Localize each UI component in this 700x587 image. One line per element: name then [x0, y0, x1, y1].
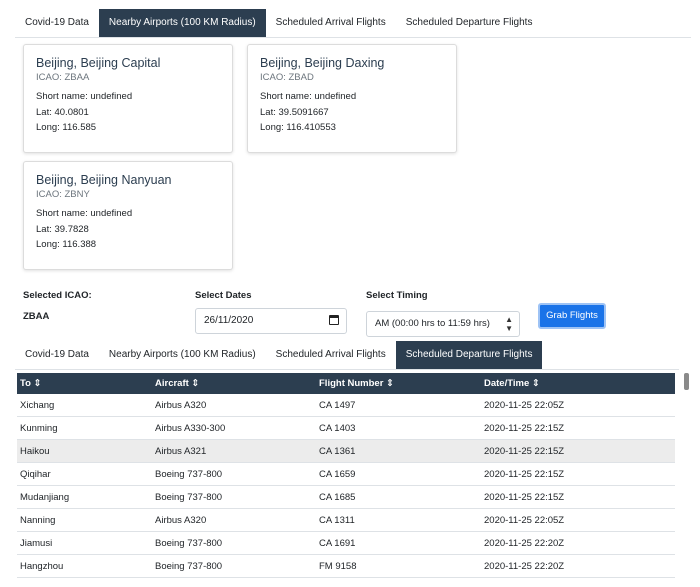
- tab-covid-19-data[interactable]: Covid-19 Data: [15, 341, 99, 369]
- date-value: 26/11/2020: [204, 315, 254, 326]
- airport-card-zbny: Beijing, Beijing Nanyuan ICAO: ZBNY Shor…: [23, 161, 233, 270]
- timing-value: AM (00:00 hrs to 11:59 hrs): [375, 318, 490, 329]
- tab-nearby-airports[interactable]: Nearby Airports (100 KM Radius): [98, 9, 266, 37]
- table-scrollbar[interactable]: [684, 373, 689, 390]
- table-row[interactable]: Qiqihar Boeing 737-800 CA 1659 2020-11-25 2…: [17, 462, 675, 486]
- cell-to: Mudanjiang: [17, 485, 152, 509]
- column-header-date-time[interactable]: Date/Time ⇕: [481, 373, 675, 394]
- airport-lat: Lat: 40.0801: [36, 106, 89, 118]
- airport-name: Beijing, Beijing Nanyuan: [36, 173, 172, 187]
- cell-flight-number: CA 1361: [316, 439, 481, 463]
- cell-flight-number: FM 9158: [316, 554, 481, 578]
- select-caret-icon: ▲ ▼: [505, 315, 513, 333]
- table-row[interactable]: Kunming Airbus A330-300 CA 1403 2020-11-25 …: [17, 416, 675, 440]
- column-header-flight-number[interactable]: Flight Number ⇕: [316, 373, 481, 394]
- cell-to: Kunming: [17, 416, 152, 440]
- airport-short-name: Short name: undefined: [260, 91, 357, 102]
- selected-icao-value: ZBAA: [23, 311, 50, 322]
- cell-to: Qiqihar: [17, 462, 152, 486]
- cell-aircraft: Airbus A320: [152, 394, 316, 417]
- cell-to: Xichang: [17, 394, 152, 417]
- cell-date-time: 2020-11-25 22:05Z: [481, 394, 675, 417]
- airport-card-zbaa: Beijing, Beijing Capital ICAO: ZBAA Shor…: [23, 44, 233, 153]
- cell-to: Nanning: [17, 508, 152, 532]
- tab-scheduled-arrival-flights[interactable]: Scheduled Arrival Flights: [266, 9, 396, 37]
- airport-name: Beijing, Beijing Daxing: [260, 56, 385, 70]
- cell-flight-number: CA 1403: [316, 416, 481, 440]
- cell-aircraft: Airbus A330-300: [152, 416, 316, 440]
- cell-to: Jiamusi: [17, 531, 152, 555]
- cell-aircraft: Airbus A321: [152, 439, 316, 463]
- airport-short-name: Short name: undefined: [36, 91, 133, 102]
- grab-flights-button[interactable]: Grab Flights: [538, 303, 606, 329]
- column-header-to[interactable]: To ⇕: [17, 373, 152, 394]
- cell-date-time: 2020-11-25 22:15Z: [481, 416, 675, 440]
- select-timing-label: Select Timing: [366, 290, 428, 301]
- airport-lat: Lat: 39.7828: [36, 223, 89, 235]
- bottom-tab-bar: Covid-19 Data Nearby Airports (100 KM Ra…: [15, 341, 679, 370]
- cell-flight-number: CA 1659: [316, 462, 481, 486]
- cell-aircraft: Airbus A320: [152, 508, 316, 532]
- airport-icao: ICAO: ZBAA: [36, 72, 90, 83]
- cell-flight-number: CA 1497: [316, 394, 481, 417]
- cell-date-time: 2020-11-25 22:20Z: [481, 554, 675, 578]
- airport-icao: ICAO: ZBAD: [260, 72, 314, 83]
- cell-aircraft: Boeing 737-800: [152, 531, 316, 555]
- cell-flight-number: CA 1311: [316, 508, 481, 532]
- cell-date-time: 2020-11-25 22:15Z: [481, 485, 675, 509]
- cell-aircraft: Boeing 737-800: [152, 554, 316, 578]
- airport-long: Long: 116.388: [36, 239, 97, 250]
- cell-aircraft: Boeing 737-800: [152, 462, 316, 486]
- cell-flight-number: CA 1691: [316, 531, 481, 555]
- cell-to: Haikou: [17, 439, 152, 463]
- airport-icao: ICAO: ZBNY: [36, 189, 90, 200]
- airport-long: Long: 116.410553: [260, 122, 336, 133]
- airport-name: Beijing, Beijing Capital: [36, 56, 161, 70]
- cell-date-time: 2020-11-25 22:20Z: [481, 531, 675, 555]
- tab-covid-19-data[interactable]: Covid-19 Data: [15, 9, 99, 37]
- cell-aircraft: Boeing 737-800: [152, 485, 316, 509]
- tab-scheduled-departure-flights[interactable]: Scheduled Departure Flights: [396, 9, 543, 37]
- calendar-icon[interactable]: [329, 315, 339, 325]
- table-row[interactable]: Mudanjiang Boeing 737-800 CA 1685 2020-11-2…: [17, 485, 675, 509]
- tab-scheduled-arrival-flights[interactable]: Scheduled Arrival Flights: [266, 341, 396, 369]
- column-header-aircraft[interactable]: Aircraft ⇕: [152, 373, 316, 394]
- table-row[interactable]: Xichang Airbus A320 CA 1497 2020-11-25 22:0…: [17, 394, 675, 417]
- cell-flight-number: CA 1685: [316, 485, 481, 509]
- table-row[interactable]: Jiamusi Boeing 737-800 CA 1691 2020-11-25 2…: [17, 531, 675, 555]
- tab-nearby-airports[interactable]: Nearby Airports (100 KM Radius): [99, 341, 266, 369]
- top-tab-bar: Covid-19 Data Nearby Airports (100 KM Ra…: [15, 9, 691, 38]
- selected-icao-label: Selected ICAO:: [23, 290, 92, 301]
- departure-flights-table: To ⇕ Aircraft ⇕ Flight Number ⇕ Date/Tim…: [17, 373, 675, 578]
- table-row[interactable]: Haikou Airbus A321 CA 1361 2020-11-25 22:15…: [17, 439, 675, 463]
- cell-date-time: 2020-11-25 22:15Z: [481, 439, 675, 463]
- cell-to: Hangzhou: [17, 554, 152, 578]
- timing-select[interactable]: AM (00:00 hrs to 11:59 hrs) ▲ ▼: [366, 311, 520, 337]
- airport-long: Long: 116.585: [36, 122, 97, 133]
- cell-date-time: 2020-11-25 22:15Z: [481, 462, 675, 486]
- date-input[interactable]: 26/11/2020: [195, 308, 347, 334]
- table-row[interactable]: Nanning Airbus A320 CA 1311 2020-11-25 22:0…: [17, 508, 675, 532]
- airport-short-name: Short name: undefined: [36, 208, 133, 219]
- cell-date-time: 2020-11-25 22:05Z: [481, 508, 675, 532]
- select-dates-label: Select Dates: [195, 290, 252, 301]
- table-row[interactable]: Hangzhou Boeing 737-800 FM 9158 2020-11-25 …: [17, 554, 675, 578]
- table-header-row: To ⇕ Aircraft ⇕ Flight Number ⇕ Date/Tim…: [17, 373, 675, 394]
- tab-scheduled-departure-flights[interactable]: Scheduled Departure Flights: [395, 341, 543, 369]
- airport-card-zbad: Beijing, Beijing Daxing ICAO: ZBAD Short…: [247, 44, 457, 153]
- airport-lat: Lat: 39.5091667: [260, 106, 329, 118]
